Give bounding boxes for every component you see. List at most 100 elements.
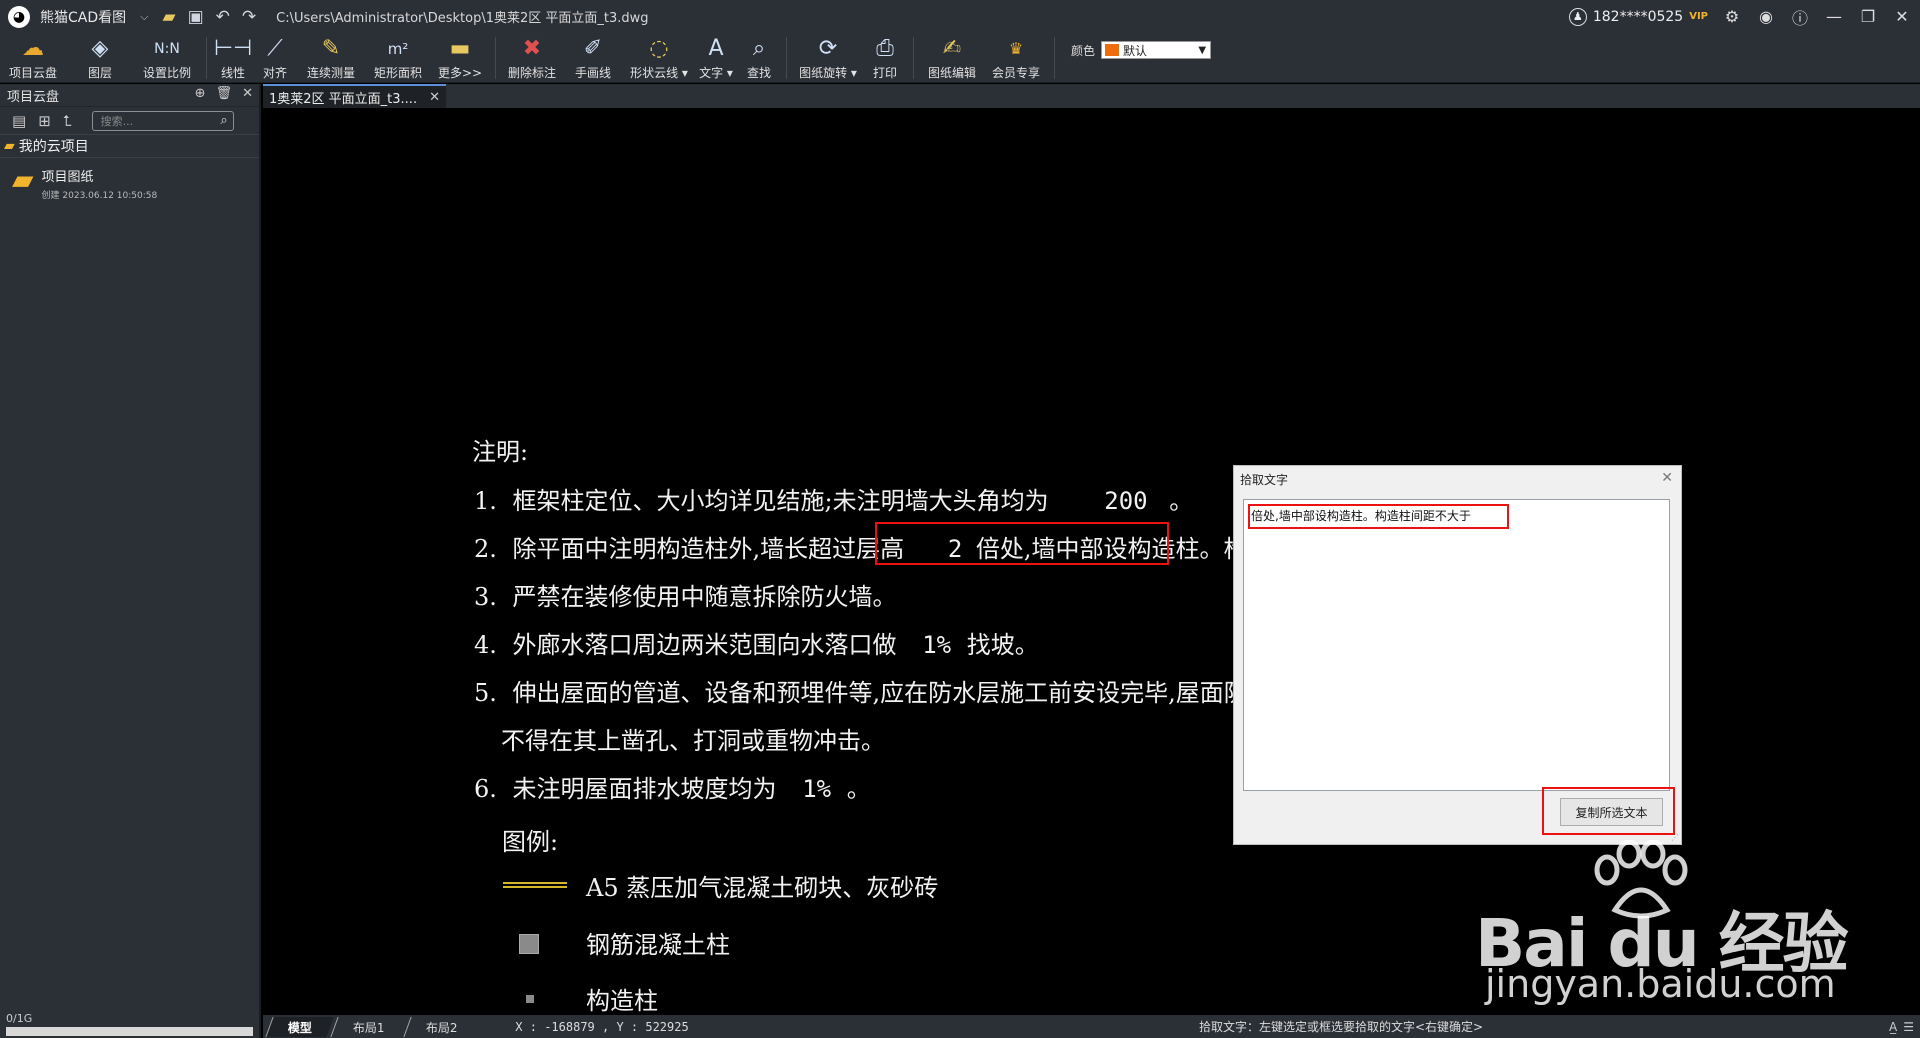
list-item[interactable]: ▰ 项目图纸 创建 2023.06.12 10:50:58	[0, 158, 259, 202]
linear-measure-button[interactable]: ⊢⊣ 线性	[213, 33, 253, 83]
title-bar: ◕ 熊猫CAD看图 ⌵ ▰ ▣ ↶ ↷ C:\Users\Administrat…	[0, 0, 1920, 33]
close-button[interactable]: ✕	[1892, 7, 1912, 26]
minimize-button[interactable]: —	[1824, 7, 1844, 26]
set-scale-button[interactable]: N:N 设置比例	[134, 33, 200, 83]
print-icon: ⎙	[876, 36, 894, 61]
scale-icon: N:N	[154, 41, 180, 57]
sync-icon[interactable]: ⊕	[195, 86, 206, 101]
app-menu-chevron-icon[interactable]: ⌵	[140, 10, 148, 24]
save-icon[interactable]: ▣	[188, 7, 204, 27]
storage-progress-bar	[6, 1027, 253, 1036]
tab-layout1[interactable]: 布局1	[330, 1016, 407, 1037]
tab-layout2[interactable]: 布局2	[403, 1016, 479, 1037]
user-icon: ♟	[1568, 7, 1587, 26]
find-icon: ⌕	[752, 36, 766, 61]
picked-text-area[interactable]: 倍处,墙中部设构造柱。构造柱间距不大于	[1243, 499, 1670, 791]
project-cloud-button[interactable]: ☁ 项目云盘	[0, 33, 66, 83]
user-account[interactable]: ♟ 182****0525 VIP	[1568, 7, 1708, 26]
folder-icon: ▰	[4, 138, 15, 154]
restore-button[interactable]: ❐	[1858, 7, 1878, 26]
layers-button[interactable]: ◈ 图层	[66, 33, 134, 83]
panda-logo-icon: ◕	[8, 5, 30, 28]
user-name: 182****0525	[1592, 8, 1684, 25]
document-tab-bar: 1奥莱2区 平面立面_t3.... ✕	[263, 84, 1920, 108]
color-label: 颜色	[1071, 43, 1096, 58]
freehand-button[interactable]: ✐ 手画线	[562, 33, 624, 83]
panel-title: 项目云盘	[7, 89, 60, 105]
note-line-4: 4. 外廊水落口周边两米范围向水落口做 1% 找坡。	[474, 631, 1039, 659]
close-tab-icon[interactable]: ✕	[429, 90, 440, 105]
delete-dimension-button[interactable]: ✖ 删除标注	[502, 33, 562, 83]
close-panel-icon[interactable]: ✕	[242, 86, 253, 101]
cursor-coordinates: X : -168879 , Y : 522925	[515, 1019, 689, 1034]
search-icon[interactable]: ⌕	[220, 112, 227, 130]
dialog-title: 拾取文字	[1240, 472, 1289, 487]
item-date: 创建 2023.06.12 10:50:58	[41, 191, 158, 201]
vip-badge: VIP	[1689, 11, 1708, 22]
text-style-icon[interactable]: A̲	[1889, 1020, 1897, 1034]
print-button[interactable]: ⎙ 打印	[863, 33, 907, 83]
app-name: 熊猫CAD看图	[40, 9, 127, 26]
root-label: 我的云项目	[18, 139, 89, 155]
rect-area-button[interactable]: m² 矩形面积	[365, 33, 431, 83]
color-swatch	[1105, 44, 1120, 56]
edit-drawing-button[interactable]: ✍ 图纸编辑	[920, 33, 984, 83]
status-bar: 模型 布局1 布局2 X : -168879 , Y : 522925 拾取文字…	[263, 1015, 1920, 1038]
search-input[interactable]: 搜索... ⌕	[91, 110, 234, 131]
ruler-icon: ▬	[449, 36, 471, 61]
picked-text: 倍处,墙中部设构造柱。构造柱间距不大于	[1248, 504, 1509, 529]
drawing-canvas[interactable]: 注明: 1. 框架柱定位、大小均详见结施;未注明墙大头角均为 200 。 2. …	[263, 108, 1920, 1015]
copy-button-highlight: 复制所选文本	[1542, 787, 1675, 835]
new-file-icon[interactable]: ▤	[12, 112, 26, 130]
open-folder-icon[interactable]: ▰	[162, 7, 175, 27]
message-icon[interactable]: ◉	[1756, 7, 1776, 26]
legend-wall-line	[503, 882, 567, 888]
menu-icon[interactable]: ☰	[1903, 1020, 1914, 1034]
rotate-drawing-button[interactable]: ⟳ 图纸旋转 ▾	[793, 33, 863, 83]
more-button[interactable]: ▬ 更多>>	[431, 33, 489, 83]
text-button[interactable]: A 文字 ▾	[694, 33, 738, 83]
continuous-measure-button[interactable]: ✎ 连续测量	[297, 33, 365, 83]
tab-model[interactable]: 模型	[265, 1016, 334, 1037]
legend-heading: 图例:	[502, 828, 559, 856]
aligned-measure-button[interactable]: ⟋ 对齐	[253, 33, 297, 83]
trash-icon[interactable]: 🗑	[216, 86, 233, 101]
area-icon: m²	[387, 40, 409, 58]
settings-gear-icon[interactable]: ⚙	[1722, 7, 1742, 26]
redo-icon[interactable]: ↷	[242, 7, 256, 27]
pick-text-dialog: 拾取文字 ✕ 倍处,墙中部设构造柱。构造柱间距不大于 复制所选文本 ⋰	[1233, 465, 1682, 845]
edit-drawing-icon: ✍	[942, 36, 962, 61]
vip-icon: ♛	[1008, 39, 1024, 58]
document-tab[interactable]: 1奥莱2区 平面立面_t3.... ✕	[263, 84, 446, 108]
resize-grip-icon[interactable]: ⋰	[1671, 833, 1679, 842]
panel-header: 项目云盘 ⊕ 🗑 ✕	[0, 84, 259, 106]
cloud-project-root[interactable]: ▰ 我的云项目	[0, 134, 259, 158]
project-cloud-panel: 项目云盘 ⊕ 🗑 ✕ ▤ ⊞ ⮤ 搜索... ⌕ ▰ 我的云项目 ▰ 项目图纸 …	[0, 84, 261, 1038]
help-icon[interactable]: ⓘ	[1790, 5, 1810, 29]
color-dropdown[interactable]: 默认 ▼	[1101, 41, 1212, 59]
notes-heading: 注明:	[472, 438, 529, 466]
note-line-6: 6. 未注明屋面排水坡度均为 1% 。	[474, 775, 871, 803]
selection-highlight-box	[875, 522, 1169, 565]
ribbon-separator	[495, 37, 496, 79]
note-line-5-cont: 不得在其上凿孔、打洞或重物冲击。	[501, 727, 885, 755]
file-path: C:\Users\Administrator\Desktop\1奥莱2区 平面立…	[276, 11, 649, 26]
panel-toolbar: ▤ ⊞ ⮤ 搜索... ⌕	[0, 106, 259, 134]
storage-usage: 0/1G	[6, 1012, 33, 1025]
color-picker-group: 颜色 默认 ▼	[1071, 41, 1212, 59]
find-button[interactable]: ⌕ 查找	[738, 33, 780, 83]
new-folder-icon[interactable]: ⊞	[38, 112, 51, 130]
legend-label-column: 钢筋混凝土柱	[586, 931, 730, 959]
shape-cloud-button[interactable]: ◌ 形状云线 ▾	[624, 33, 694, 83]
color-value: 默认	[1123, 43, 1148, 58]
copy-selected-text-button[interactable]: 复制所选文本	[1560, 798, 1663, 826]
linear-measure-icon: ⊢⊣	[213, 36, 253, 61]
up-level-icon[interactable]: ⮤	[63, 112, 72, 130]
rotate-icon: ⟳	[818, 36, 838, 61]
pen-icon: ✐	[583, 36, 603, 61]
undo-icon[interactable]: ↶	[216, 7, 230, 27]
dialog-close-icon[interactable]: ✕	[1661, 470, 1673, 486]
aligned-measure-icon: ⟋	[267, 36, 283, 61]
vip-exclusive-button[interactable]: ♛ 会员专享	[984, 33, 1048, 83]
folder-icon: ▰	[12, 163, 34, 196]
